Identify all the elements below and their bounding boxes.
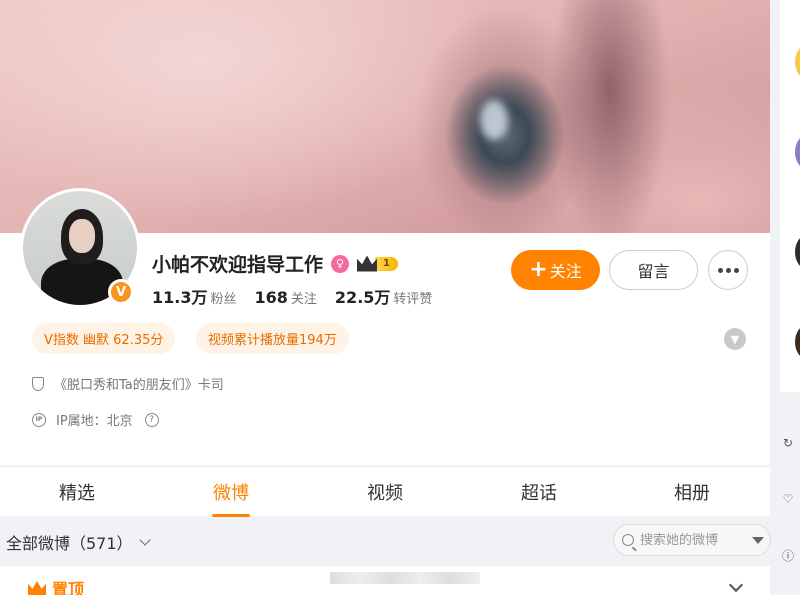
plus-icon: + <box>529 257 548 282</box>
tab-album[interactable]: 相册 <box>652 467 732 517</box>
tab-featured[interactable]: 精选 <box>37 467 117 517</box>
work-info: 《脱口秀和Ta的朋友们》卡司 <box>32 374 224 393</box>
chevron-down-icon[interactable] <box>728 577 744 593</box>
v-index-tag[interactable]: V指数 幽默 62.35分 <box>32 323 176 354</box>
pinned-post: 置顶 <box>0 566 770 595</box>
feed-filter-row: 全部微博（571） <box>0 518 771 564</box>
stat-label: 关注 <box>290 292 317 307</box>
more-icon[interactable] <box>708 250 748 290</box>
level-number: 1 <box>375 256 398 271</box>
dot <box>717 267 723 273</box>
refresh-icon[interactable]: ↻ <box>781 436 795 450</box>
work-text: 《脱口秀和Ta的朋友们》卡司 <box>54 378 224 393</box>
dot <box>733 267 739 273</box>
chevron-down-icon[interactable]: ▼ <box>724 328 746 350</box>
stat-followers[interactable]: 11.3万 粉丝 <box>152 284 237 308</box>
feed-search-input[interactable] <box>640 532 740 548</box>
stat-label: 粉丝 <box>210 292 237 307</box>
tab-video[interactable]: 视频 <box>345 467 425 517</box>
follow-button[interactable]: + 关注 <box>511 250 600 290</box>
heart-icon[interactable]: ♡ <box>781 492 795 506</box>
message-button[interactable]: 留言 <box>609 250 698 290</box>
help-icon[interactable]: ? <box>144 412 159 427</box>
page: V 小帕不欢迎指导工作 ♀ 1 11.3万 粉丝 168 关注 22.5万 转评赞 +… <box>0 0 800 595</box>
message-label: 留言 <box>637 262 670 281</box>
chevron-down-icon <box>138 534 151 546</box>
tab-weibo[interactable]: 微博 <box>191 467 271 517</box>
pin-crown-icon <box>28 581 46 595</box>
name-row: 小帕不欢迎指导工作 ♀ 1 <box>152 250 398 277</box>
profile-main: V 小帕不欢迎指导工作 ♀ 1 11.3万 粉丝 168 关注 22.5万 转评赞 +… <box>0 0 771 595</box>
caret-down-icon[interactable] <box>752 536 764 544</box>
profile-tabs: 精选 微博 视频 超话 相册 <box>0 466 770 517</box>
stat-label: 转评赞 <box>393 292 433 307</box>
avatar-face <box>69 219 95 253</box>
ip-info: IP IP属地：北京 ? <box>32 410 159 429</box>
profile-name: 小帕不欢迎指导工作 <box>152 254 324 276</box>
cover-glint <box>480 100 508 140</box>
pinned-label: 置顶 <box>52 580 85 595</box>
info-icon[interactable]: ⓘ <box>781 548 795 563</box>
stat-interactions[interactable]: 22.5万 转评赞 <box>335 284 433 308</box>
feed-filter-dropdown[interactable]: 全部微博（571） <box>6 530 151 554</box>
stat-following[interactable]: 168 关注 <box>255 288 317 307</box>
gender-female-icon: ♀ <box>331 254 350 273</box>
member-level-badge[interactable]: 1 <box>357 255 398 272</box>
stat-number: 168 <box>254 288 288 307</box>
shield-icon <box>32 376 44 391</box>
stats-row: 11.3万 粉丝 168 关注 22.5万 转评赞 <box>152 284 432 308</box>
ip-icon: IP <box>32 412 46 427</box>
crown-icon <box>357 255 378 272</box>
stat-number: 22.5万 <box>334 288 391 307</box>
search-icon <box>622 534 634 546</box>
feed-search-box <box>613 524 771 556</box>
tab-supertopic[interactable]: 超话 <box>499 467 579 517</box>
blurred-content <box>330 572 480 584</box>
video-plays-tag[interactable]: 视频累计播放量194万 <box>196 323 349 354</box>
ip-location: IP属地：北京 <box>56 414 133 429</box>
verified-badge-icon: V <box>108 279 134 305</box>
follow-label: 关注 <box>549 262 582 281</box>
stat-number: 11.3万 <box>152 288 208 307</box>
pinned-label-wrap: 置顶 <box>28 576 84 595</box>
dot <box>725 267 731 273</box>
feed-filter-label: 全部微博（571） <box>6 534 133 553</box>
